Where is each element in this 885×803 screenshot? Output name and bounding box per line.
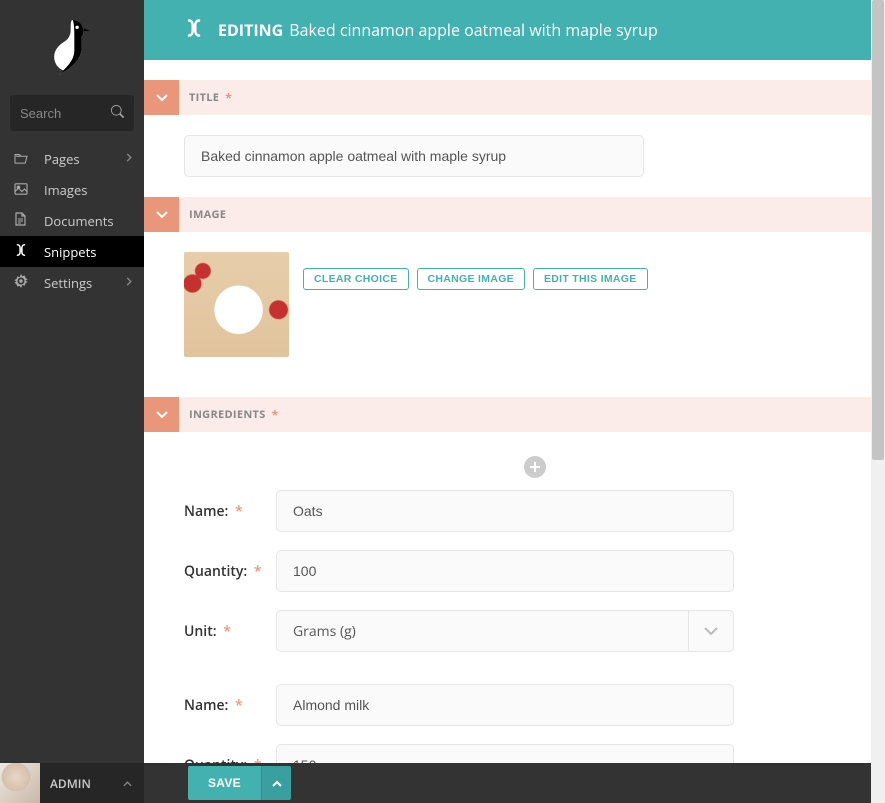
- ingredient-unit-select[interactable]: Grams (g): [276, 610, 734, 652]
- section-header-ingredients: INGREDIENTS*: [144, 397, 885, 432]
- section-body-title: [144, 115, 885, 177]
- add-ingredient-button[interactable]: [524, 456, 546, 478]
- sidebar-item-pages[interactable]: Pages: [0, 143, 144, 174]
- ingredient-quantity-input[interactable]: [276, 744, 734, 763]
- field-label-quantity: Quantity: *: [184, 562, 276, 581]
- footer-bar: SAVE: [144, 763, 885, 803]
- search-box[interactable]: [10, 95, 134, 131]
- field-label-unit: Unit: *: [184, 622, 276, 641]
- picture-icon: [14, 181, 34, 199]
- user-label: ADMIN: [50, 775, 91, 792]
- select-value: Grams (g): [276, 610, 688, 652]
- plus-icon: [529, 461, 541, 473]
- sidebar-item-label: Snippets: [44, 243, 96, 261]
- chevron-up-icon: [123, 776, 132, 791]
- collapse-button[interactable]: [144, 197, 179, 232]
- sidebar-item-images[interactable]: Images: [0, 174, 144, 205]
- chevron-up-icon: [272, 780, 282, 787]
- chevron-down-icon: [156, 411, 168, 419]
- clear-choice-button[interactable]: CLEAR CHOICE: [303, 268, 409, 290]
- collapse-button[interactable]: [144, 397, 179, 432]
- chevron-down-icon: [156, 94, 168, 102]
- change-image-button[interactable]: CHANGE IMAGE: [417, 268, 525, 290]
- field-label-name: Name: *: [184, 696, 276, 715]
- section-body-image: CLEAR CHOICE CHANGE IMAGE EDIT THIS IMAG…: [144, 232, 885, 357]
- page-header: EDITING Baked cinnamon apple oatmeal wit…: [144, 0, 885, 60]
- folder-icon: [14, 150, 34, 168]
- wagtail-logo-icon: [45, 15, 100, 80]
- ingredient-name-input[interactable]: [276, 490, 734, 532]
- sidebar-item-label: Settings: [44, 274, 92, 292]
- document-icon: [14, 212, 34, 230]
- snippet-icon: [184, 18, 204, 43]
- field-label-name: Name: *: [184, 502, 276, 521]
- sidebar-item-label: Documents: [44, 212, 114, 230]
- title-input[interactable]: [184, 135, 644, 177]
- chevron-right-icon: [126, 151, 132, 166]
- section-label: IMAGE: [179, 197, 885, 232]
- search-input[interactable]: [20, 106, 111, 121]
- sidebar-item-settings[interactable]: Settings: [0, 267, 144, 298]
- sidebar-item-label: Images: [44, 181, 87, 199]
- logo-area: [0, 0, 144, 95]
- chevron-down-icon[interactable]: [688, 610, 734, 652]
- chevron-right-icon: [126, 275, 132, 290]
- page-title: Baked cinnamon apple oatmeal with maple …: [289, 19, 658, 41]
- avatar: [0, 763, 40, 803]
- sidebar-item-label: Pages: [44, 150, 80, 168]
- field-label-quantity: Quantity: *: [184, 756, 276, 764]
- snippet-icon: [14, 243, 34, 261]
- sidebar-item-documents[interactable]: Documents: [0, 205, 144, 236]
- search-icon[interactable]: [111, 104, 124, 122]
- sidebar: Pages Images Documents Snippets Settings: [0, 0, 144, 803]
- scrollbar-thumb[interactable]: [872, 0, 884, 460]
- editing-label: EDITING: [218, 19, 283, 41]
- section-body-ingredients: Name: * Quantity: * Unit: * Grams (g): [144, 432, 885, 763]
- ingredient-name-input[interactable]: [276, 684, 734, 726]
- user-menu[interactable]: ADMIN: [0, 763, 144, 803]
- save-button[interactable]: SAVE: [188, 766, 261, 800]
- collapse-button[interactable]: [144, 80, 179, 115]
- save-more-button[interactable]: [261, 766, 291, 800]
- scrollbar[interactable]: [871, 0, 885, 803]
- cog-icon: [14, 274, 34, 292]
- section-label: TITLE*: [179, 80, 885, 115]
- ingredient-item: Name: * Quantity: * Unit: * Grams (g): [184, 490, 885, 652]
- ingredient-item: Name: * Quantity: *: [184, 684, 885, 763]
- section-header-title: TITLE*: [144, 80, 885, 115]
- image-thumbnail[interactable]: [184, 252, 289, 357]
- sidebar-item-snippets[interactable]: Snippets: [0, 236, 144, 267]
- ingredient-quantity-input[interactable]: [276, 550, 734, 592]
- section-header-image: IMAGE: [144, 197, 885, 232]
- chevron-down-icon: [156, 211, 168, 219]
- section-label: INGREDIENTS*: [179, 397, 885, 432]
- edit-image-button[interactable]: EDIT THIS IMAGE: [533, 268, 648, 290]
- main-content: EDITING Baked cinnamon apple oatmeal wit…: [144, 0, 885, 763]
